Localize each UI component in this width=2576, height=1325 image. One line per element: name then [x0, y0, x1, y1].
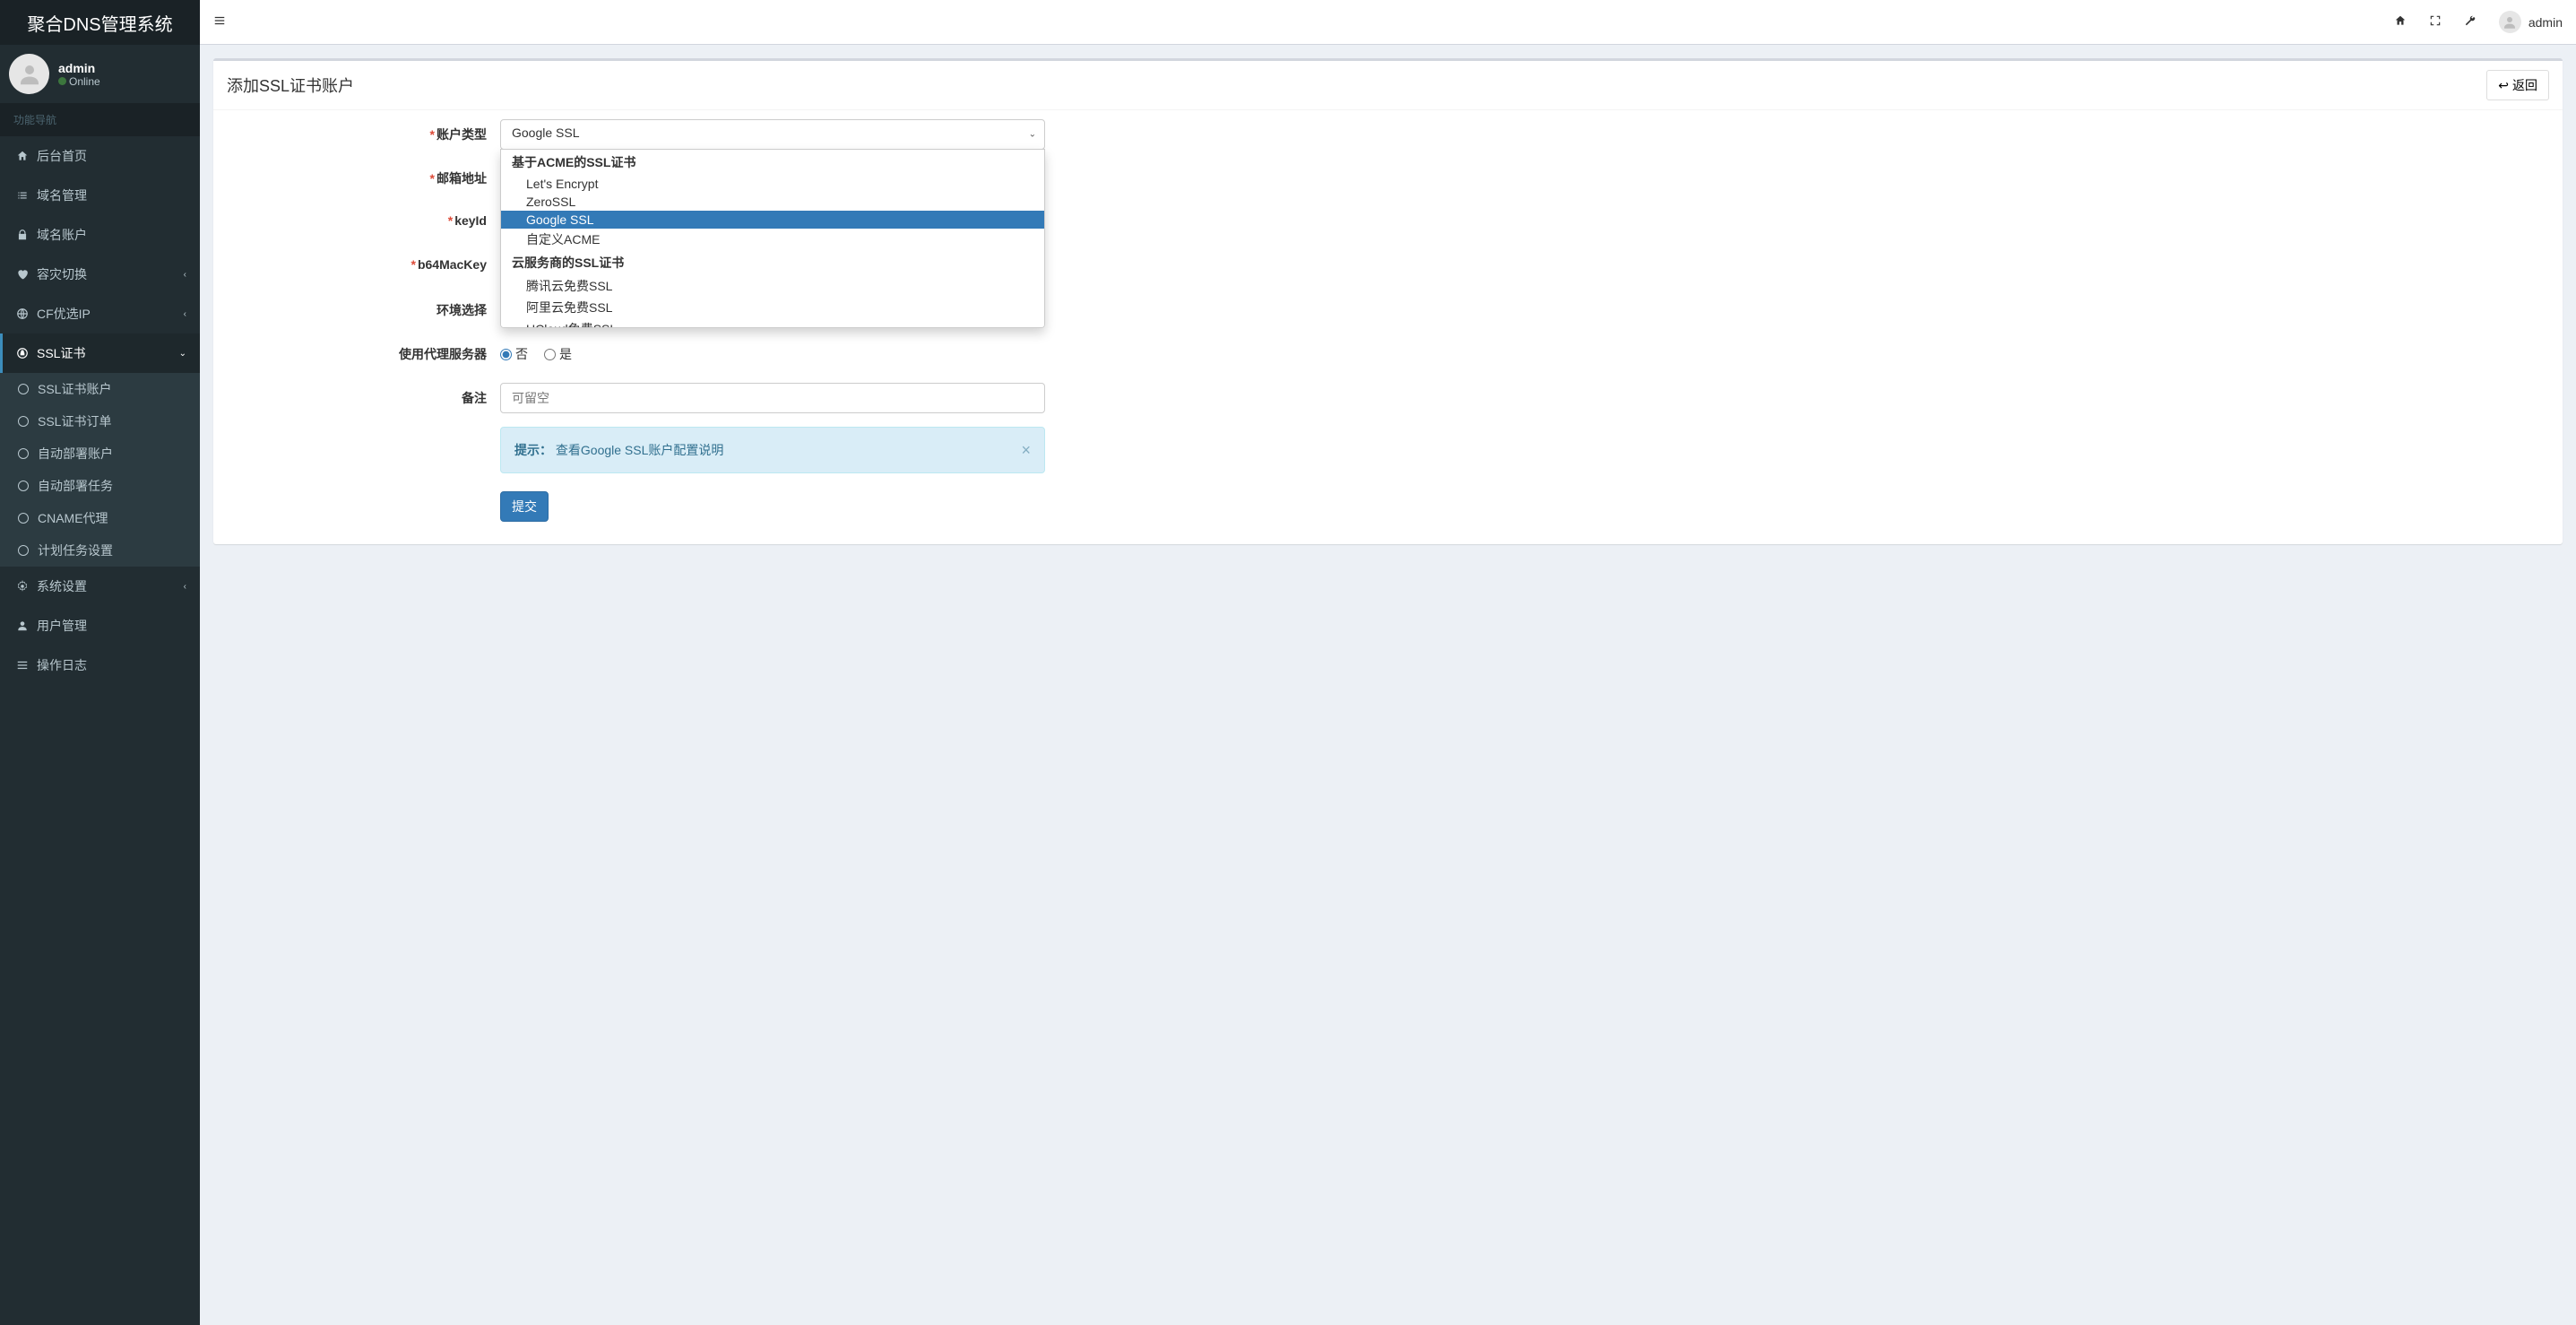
label-remark: 备注 — [222, 383, 500, 413]
option-ucloud-ssl[interactable]: UCloud免费SSL — [501, 318, 1044, 328]
sidebar-item-user-manage[interactable]: 用户管理 — [0, 606, 200, 645]
sidebar-submenu-ssl: SSL证书账户 SSL证书订单 自动部署账户 自动部署任务 CNAME代理 计划… — [0, 373, 200, 567]
label-b64mackey: *b64MacKey — [222, 251, 500, 278]
box-header: 添加SSL证书账户 ↩ 返回 — [213, 61, 2563, 110]
sidebar-sub-ssl-account[interactable]: SSL证书账户 — [0, 373, 200, 405]
main-content: admin 添加SSL证书账户 ↩ 返回 *账户类型 Google SSL ⌄ — [200, 0, 2576, 558]
chevron-left-icon: ‹ — [184, 582, 186, 592]
circle-icon — [18, 481, 29, 491]
account-type-select[interactable]: Google SSL — [500, 119, 1045, 150]
form-box: 添加SSL证书账户 ↩ 返回 *账户类型 Google SSL ⌄ 基于ACME… — [213, 58, 2563, 544]
remark-input[interactable] — [500, 383, 1045, 413]
list-icon — [13, 189, 31, 202]
home-icon[interactable] — [2394, 14, 2407, 30]
sidebar-sub-deploy-task[interactable]: 自动部署任务 — [0, 470, 200, 502]
topbar-username: admin — [2528, 15, 2563, 30]
hamburger-icon[interactable] — [213, 15, 226, 30]
option-custom-acme[interactable]: 自定义ACME — [501, 229, 1044, 250]
tip-label: 提示： — [514, 443, 552, 457]
option-aliyun-ssl[interactable]: 阿里云免费SSL — [501, 297, 1044, 318]
tip-alert: × 提示： 查看Google SSL账户配置说明 — [500, 427, 1045, 473]
avatar-icon — [2499, 11, 2521, 33]
label-keyid: *keyId — [222, 207, 500, 234]
topbar: admin — [200, 0, 2576, 45]
avatar — [9, 54, 49, 94]
topbar-user[interactable]: admin — [2499, 11, 2563, 33]
sidebar-item-failover[interactable]: 容灾切换 ‹ — [0, 255, 200, 294]
sidebar-sub-cron[interactable]: 计划任务设置 — [0, 534, 200, 567]
label-env: 环境选择 — [222, 295, 500, 325]
user-panel: admin Online — [0, 45, 200, 103]
sidebar-item-domain-account[interactable]: 域名账户 — [0, 215, 200, 255]
sidebar-item-ssl[interactable]: SSL证书 ⌄ — [0, 333, 200, 373]
tip-link[interactable]: 查看Google SSL账户配置说明 — [556, 443, 724, 457]
user-icon — [13, 619, 31, 632]
optgroup-cloud: 云服务商的SSL证书 — [501, 250, 1044, 275]
label-account-type: *账户类型 — [222, 119, 500, 150]
option-zerossl[interactable]: ZeroSSL — [501, 193, 1044, 211]
sidebar-item-system[interactable]: 系统设置 ‹ — [0, 567, 200, 606]
nav-header: 功能导航 — [0, 103, 200, 136]
sidebar-item-domain-manage[interactable]: 域名管理 — [0, 176, 200, 215]
sidebar-sub-cname-proxy[interactable]: CNAME代理 — [0, 502, 200, 534]
chevron-down-icon: ⌄ — [179, 349, 186, 359]
circle-icon — [18, 448, 29, 459]
heartbeat-icon — [13, 268, 31, 281]
sidebar-item-logs[interactable]: 操作日志 — [0, 645, 200, 685]
globe-icon — [13, 307, 31, 320]
sidebar-sub-deploy-account[interactable]: 自动部署账户 — [0, 437, 200, 470]
circle-icon — [18, 416, 29, 427]
page-title: 添加SSL证书账户 — [227, 74, 354, 97]
certificate-icon — [13, 347, 31, 359]
fullscreen-icon[interactable] — [2429, 14, 2442, 30]
sidebar-item-home[interactable]: 后台首页 — [0, 136, 200, 176]
sidebar-sub-ssl-order[interactable]: SSL证书订单 — [0, 405, 200, 437]
cogs-icon — [13, 580, 31, 593]
label-proxy: 使用代理服务器 — [222, 339, 500, 369]
option-lets-encrypt[interactable]: Let's Encrypt — [501, 175, 1044, 193]
user-status: Online — [58, 75, 100, 88]
circle-icon — [18, 384, 29, 394]
home-icon — [13, 150, 31, 162]
back-button[interactable]: ↩ 返回 — [2486, 70, 2549, 100]
option-google-ssl[interactable]: Google SSL — [501, 211, 1044, 229]
radio-proxy-yes[interactable]: 是 — [544, 345, 572, 363]
sidebar: 聚合DNS管理系统 admin Online 功能导航 后台首页 域名管理 域名… — [0, 0, 200, 1325]
wrench-icon[interactable] — [2464, 14, 2477, 30]
bars-icon — [13, 659, 31, 671]
chevron-left-icon: ‹ — [184, 270, 186, 280]
circle-icon — [18, 513, 29, 524]
optgroup-acme: 基于ACME的SSL证书 — [501, 150, 1044, 175]
undo-icon: ↩ — [2498, 78, 2509, 93]
label-email: *邮箱地址 — [222, 163, 500, 194]
radio-proxy-no[interactable]: 否 — [500, 345, 528, 363]
sidebar-item-cf-ip[interactable]: CF优选IP ‹ — [0, 294, 200, 333]
app-logo: 聚合DNS管理系统 — [0, 0, 200, 45]
user-name: admin — [58, 61, 100, 75]
account-type-dropdown: 基于ACME的SSL证书 Let's Encrypt ZeroSSL Googl… — [500, 149, 1045, 328]
chevron-left-icon: ‹ — [184, 309, 186, 319]
close-icon[interactable]: × — [1021, 441, 1031, 460]
option-tencent-ssl[interactable]: 腾讯云免费SSL — [501, 275, 1044, 297]
circle-icon — [18, 545, 29, 556]
submit-button[interactable]: 提交 — [500, 491, 549, 522]
lock-icon — [13, 229, 31, 241]
